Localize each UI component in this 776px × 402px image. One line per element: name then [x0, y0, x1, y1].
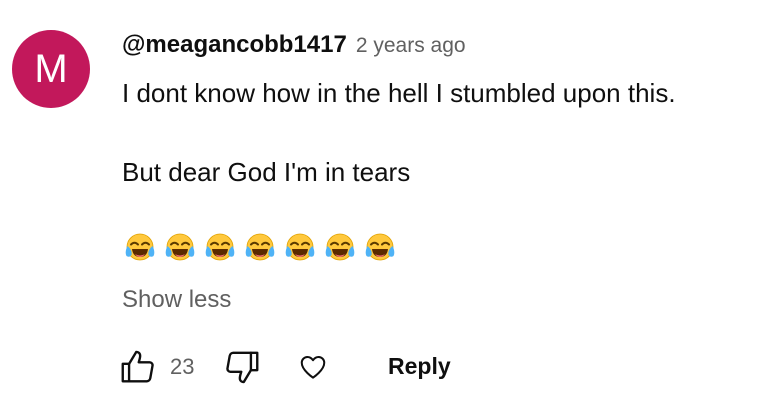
thumbs-up-icon — [121, 350, 154, 383]
heart-button[interactable] — [292, 346, 334, 388]
emoji-row — [124, 232, 396, 264]
like-button[interactable] — [116, 346, 158, 388]
comment-header: @meagancobb1417 2 years ago — [122, 31, 466, 63]
tears-of-joy-emoji-icon — [285, 233, 315, 261]
comment-timestamp[interactable]: 2 years ago — [356, 34, 466, 58]
comment-text-line-2: But dear God I'm in tears — [122, 157, 411, 187]
thumbs-down-icon — [226, 351, 259, 384]
reply-button[interactable]: Reply — [388, 350, 451, 382]
show-less-button[interactable]: Show less — [122, 285, 231, 315]
like-count: 23 — [170, 354, 195, 379]
tears-of-joy-emoji-icon — [245, 233, 275, 261]
tears-of-joy-emoji-icon — [165, 233, 195, 261]
avatar[interactable]: M — [12, 30, 90, 108]
avatar-letter: M — [34, 47, 68, 91]
author-name[interactable]: @meagancobb1417 — [122, 31, 347, 59]
dislike-button[interactable] — [222, 346, 264, 388]
comment-actions: 23 Reply — [116, 344, 676, 388]
comment-text-line-1: I dont know how in the hell I stumbled u… — [122, 78, 676, 108]
tears-of-joy-emoji-icon — [325, 233, 355, 261]
tears-of-joy-emoji-icon — [205, 233, 235, 261]
heart-icon — [300, 356, 326, 379]
tears-of-joy-emoji-icon — [125, 233, 155, 261]
tears-of-joy-emoji-icon — [365, 233, 395, 261]
